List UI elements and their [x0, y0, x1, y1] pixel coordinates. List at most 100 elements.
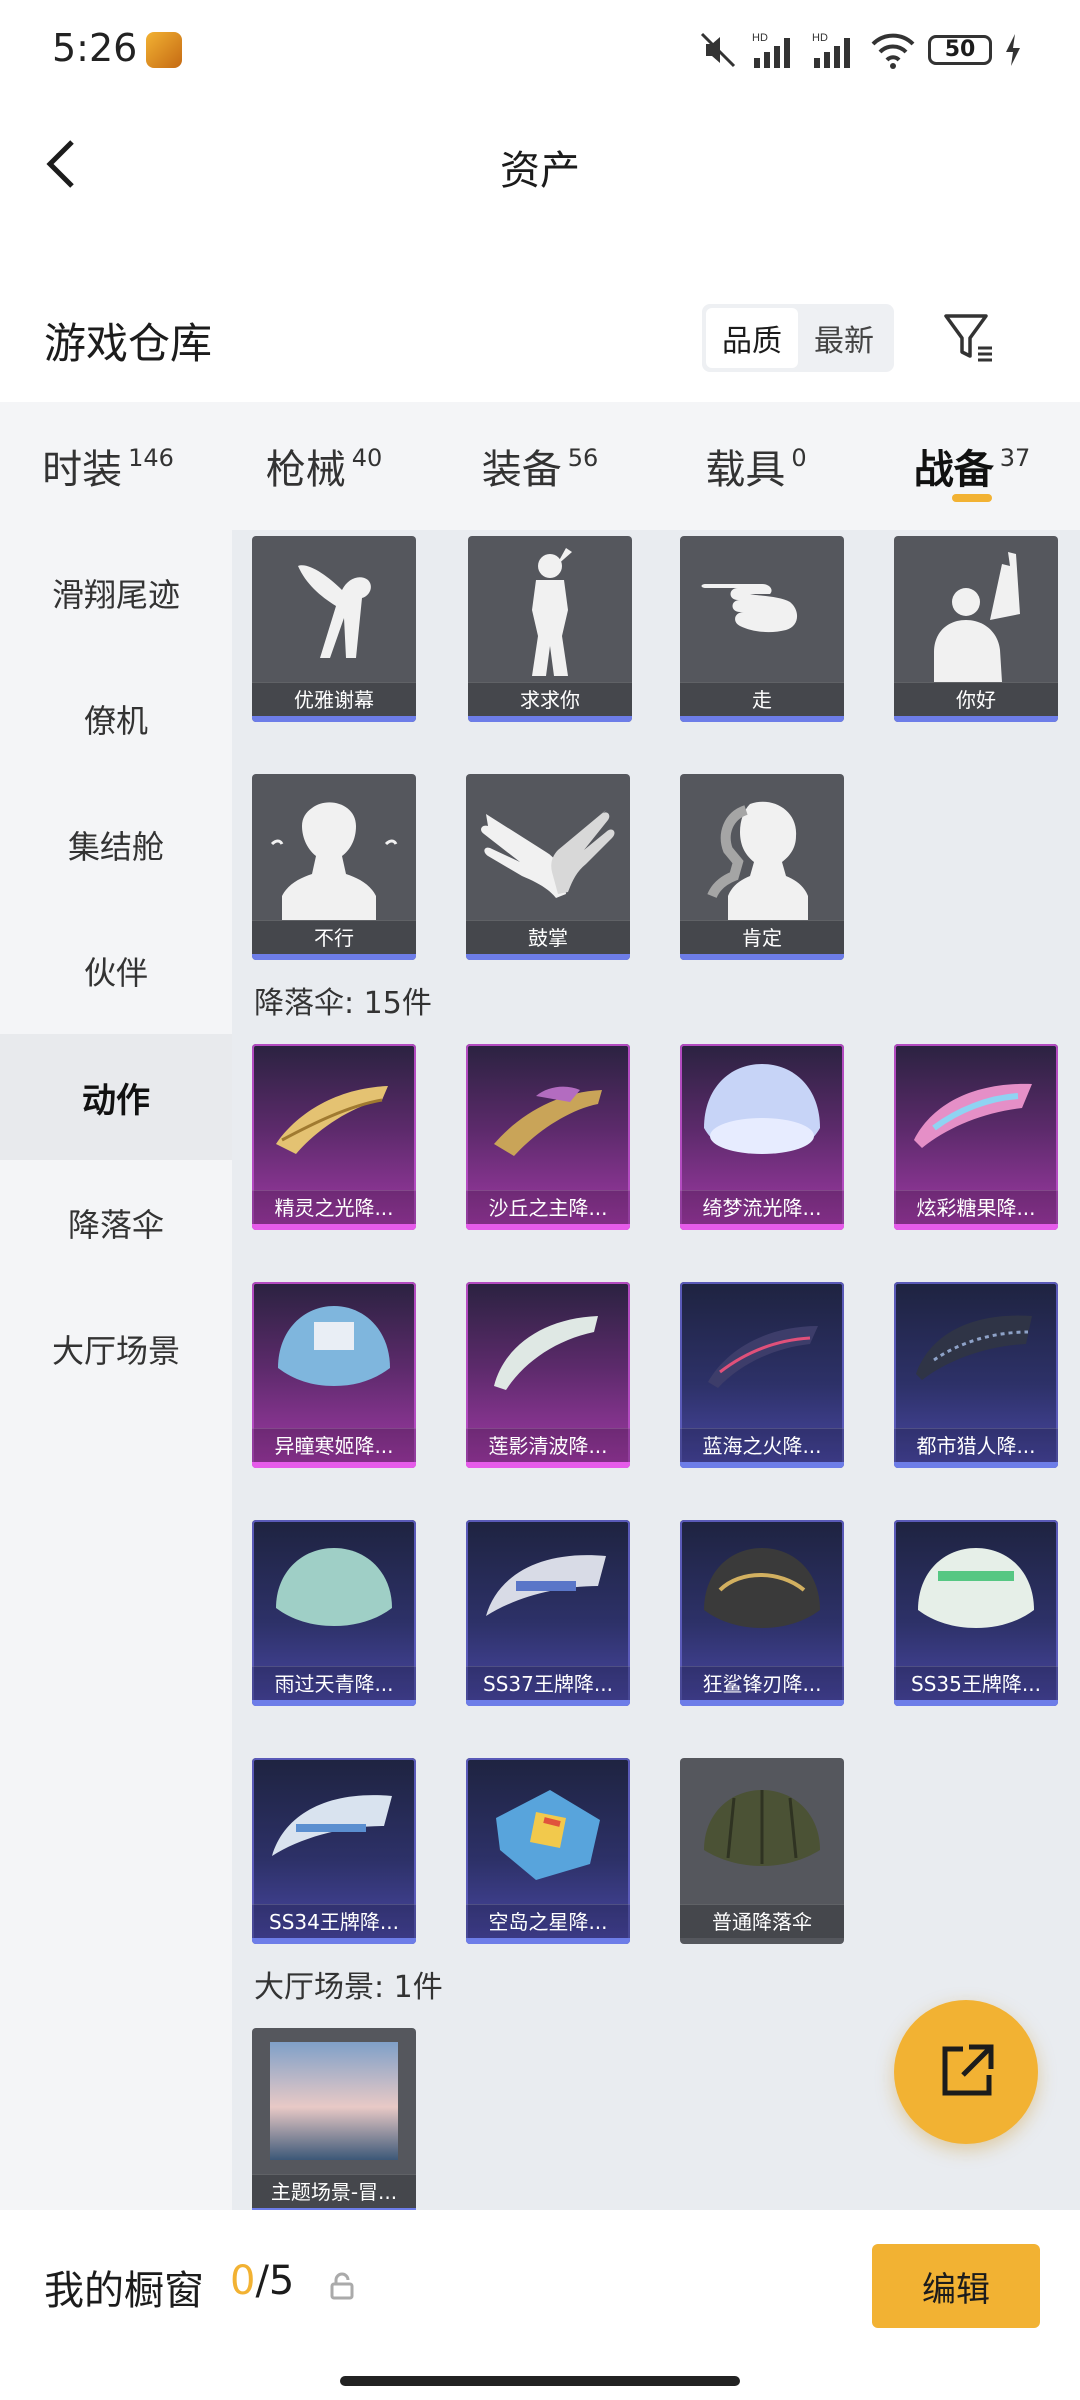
item-card[interactable]: SS35王牌降...: [894, 1520, 1058, 1706]
item-name: 走: [680, 682, 844, 716]
item-card[interactable]: 求求你: [468, 536, 632, 722]
parachute-shark-icon: [704, 1548, 820, 1628]
rarity-bar: [680, 1224, 844, 1230]
tab-label: 装备: [481, 447, 562, 493]
item-card[interactable]: 主题场景-冒...: [252, 2028, 416, 2210]
sidebar-item-pod[interactable]: 集结舱: [0, 782, 232, 908]
item-card[interactable]: 普通降落伞: [680, 1758, 844, 1944]
item-name: SS37王牌降...: [466, 1666, 630, 1700]
item-name: 你好: [894, 682, 1058, 716]
tab-label: 枪械: [265, 447, 346, 493]
item-name: 狂鲨锋刃降...: [680, 1666, 844, 1700]
item-card[interactable]: 都市猎人降...: [894, 1282, 1058, 1468]
showcase-label: 我的橱窗: [44, 2268, 204, 2314]
item-card[interactable]: 炫彩糖果降...: [894, 1044, 1058, 1230]
rarity-bar: [894, 716, 1058, 722]
item-name: 精灵之光降...: [252, 1190, 416, 1224]
rarity-bar: [894, 1224, 1058, 1230]
battery-level: 50: [944, 37, 976, 62]
item-name: 绮梦流光降...: [680, 1190, 844, 1224]
tab-tactical[interactable]: 战备 37: [864, 402, 1080, 530]
emote-bow-icon: [298, 565, 371, 658]
sort-quality-button[interactable]: 品质: [706, 308, 798, 368]
item-card[interactable]: 狂鲨锋刃降...: [680, 1520, 844, 1706]
showcase-bar: 我的橱窗 0/5 编辑: [0, 2210, 1080, 2400]
item-card[interactable]: SS37王牌降...: [466, 1520, 630, 1706]
parachute-celadon-icon: [276, 1548, 392, 1626]
item-name: SS34王牌降...: [252, 1904, 416, 1938]
mute-icon: [700, 32, 736, 68]
tab-count: 40: [351, 444, 383, 472]
system-icons: HD HD 50: [698, 28, 1022, 72]
sort-toggle: 品质 最新: [702, 304, 894, 372]
wifi-icon: [871, 33, 915, 69]
item-card[interactable]: 不行: [252, 774, 416, 960]
rarity-bar: [468, 716, 632, 722]
sidebar-item-companion[interactable]: 伙伴: [0, 908, 232, 1034]
item-card[interactable]: 绮梦流光降...: [680, 1044, 844, 1230]
rarity-bar: [680, 716, 844, 722]
tab-fashion[interactable]: 时装 146: [0, 402, 216, 530]
item-card[interactable]: 莲影清波降...: [466, 1282, 630, 1468]
item-name: 不行: [252, 920, 416, 954]
lock-icon: [330, 2272, 354, 2300]
tab-count: 37: [999, 444, 1031, 472]
sidebar-item-glide-trail[interactable]: 滑翔尾迹: [0, 530, 232, 656]
rarity-bar: [680, 1700, 844, 1706]
parachute-ss34-icon: [272, 1795, 392, 1856]
parachute-ss35-icon: [918, 1548, 1034, 1628]
emote-clap-icon: [481, 810, 615, 898]
item-name: 炫彩糖果降...: [894, 1190, 1058, 1224]
emote-wave-icon: [934, 552, 1020, 682]
item-card[interactable]: 走: [680, 536, 844, 722]
item-card[interactable]: 空岛之星降...: [466, 1758, 630, 1944]
sort-newest-button[interactable]: 最新: [798, 308, 890, 368]
item-grid: 优雅谢幕 求求你 走 你好 不行 鼓掌 肯定 降落伞: 15件 精灵之光降...…: [232, 530, 1080, 2210]
item-card[interactable]: 异瞳寒姬降...: [252, 1282, 416, 1468]
item-name: 主题场景-冒...: [252, 2174, 416, 2208]
sidebar-item-wingman[interactable]: 僚机: [0, 656, 232, 782]
share-button[interactable]: [894, 2000, 1038, 2144]
item-name: 蓝海之火降...: [680, 1428, 844, 1462]
parachute-skyisland-icon: [496, 1790, 600, 1880]
tab-guns[interactable]: 枪械 40: [216, 402, 432, 530]
item-card[interactable]: 沙丘之主降...: [466, 1044, 630, 1230]
rarity-bar: [894, 1462, 1058, 1468]
item-card[interactable]: 蓝海之火降...: [680, 1282, 844, 1468]
tab-vehicles[interactable]: 载具 0: [648, 402, 864, 530]
item-card[interactable]: 你好: [894, 536, 1058, 722]
signal-icon: HD: [752, 32, 790, 68]
rarity-bar: [466, 1462, 630, 1468]
item-name: 鼓掌: [466, 920, 630, 954]
rarity-bar: [252, 1938, 416, 1944]
category-tabs: 时装 146 枪械 40 装备 56 载具 0 战备 37: [0, 402, 1080, 530]
tab-label: 时装: [42, 447, 123, 493]
item-card[interactable]: SS34王牌降...: [252, 1758, 416, 1944]
parachute-jellyfish-icon: [704, 1064, 820, 1154]
edit-button[interactable]: 编辑: [872, 2244, 1040, 2328]
item-card[interactable]: 精灵之光降...: [252, 1044, 416, 1230]
rarity-bar: [466, 1224, 630, 1230]
item-card[interactable]: 肯定: [680, 774, 844, 960]
parachute-lotus-icon: [494, 1316, 598, 1390]
parachute-gold-icon: [276, 1086, 388, 1154]
svg-text:HD: HD: [812, 32, 828, 44]
showcase-count: 0/5: [230, 2258, 294, 2304]
sidebar-item-emote[interactable]: 动作: [0, 1034, 232, 1160]
item-card[interactable]: 雨过天青降...: [252, 1520, 416, 1706]
sidebar-item-parachute[interactable]: 降落伞: [0, 1160, 232, 1286]
tab-count: 56: [567, 444, 599, 472]
app-notification-icon: [146, 32, 182, 68]
sidebar-item-lobby[interactable]: 大厅场景: [0, 1286, 232, 1412]
rarity-bar: [252, 1700, 416, 1706]
home-indicator[interactable]: [340, 2376, 740, 2386]
status-time: 5:26: [52, 26, 138, 70]
tab-equipment[interactable]: 装备 56: [432, 402, 648, 530]
filter-button[interactable]: [940, 308, 1000, 368]
emote-nod-icon: [707, 801, 808, 920]
page-title: 资产: [500, 148, 580, 194]
item-card[interactable]: 优雅谢幕: [252, 536, 416, 722]
emote-beg-icon: [532, 548, 572, 676]
tab-label: 战备: [913, 447, 994, 493]
item-card[interactable]: 鼓掌: [466, 774, 630, 960]
